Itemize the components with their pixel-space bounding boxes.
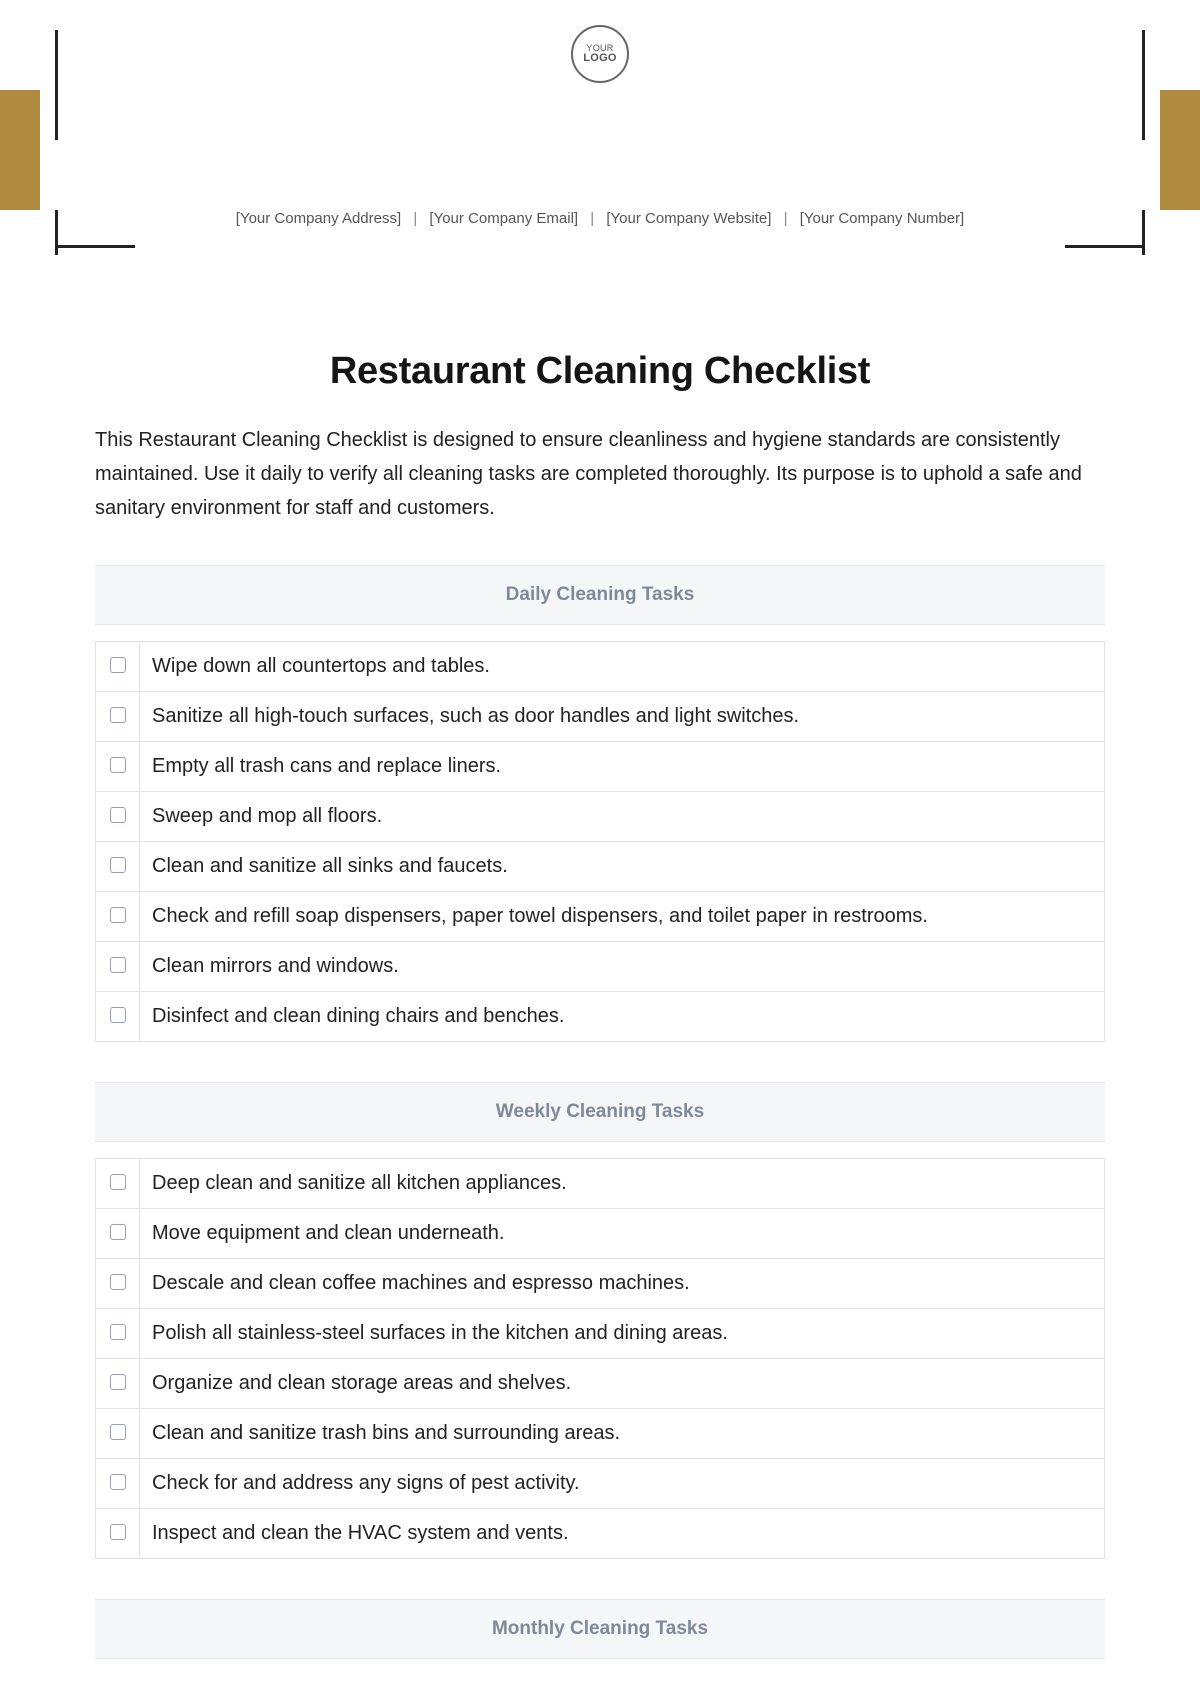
checklist-row: Clean and sanitize trash bins and surrou… bbox=[96, 1409, 1105, 1459]
checkbox[interactable] bbox=[110, 1224, 126, 1240]
checklist-item-text: Deep clean and sanitize all kitchen appl… bbox=[140, 1159, 1105, 1209]
checkbox[interactable] bbox=[110, 1474, 126, 1490]
checkbox-cell bbox=[96, 742, 140, 792]
checkbox-cell bbox=[96, 792, 140, 842]
checkbox-cell bbox=[96, 1259, 140, 1309]
intro-paragraph: This Restaurant Cleaning Checklist is de… bbox=[95, 423, 1105, 525]
checkbox[interactable] bbox=[110, 657, 126, 673]
checklist-item-text: Clean and sanitize trash bins and surrou… bbox=[140, 1409, 1105, 1459]
checkbox[interactable] bbox=[110, 757, 126, 773]
checkbox-cell bbox=[96, 692, 140, 742]
checkbox-cell bbox=[96, 842, 140, 892]
checklist-item-text: Sanitize all high-touch surfaces, such a… bbox=[140, 692, 1105, 742]
checklist-item-text: Sweep and mop all floors. bbox=[140, 792, 1105, 842]
checklist-row: Clean mirrors and windows. bbox=[96, 942, 1105, 992]
checklist-row: Sweep and mop all floors. bbox=[96, 792, 1105, 842]
section-header: Daily Cleaning Tasks bbox=[95, 565, 1105, 625]
checkbox-cell bbox=[96, 1509, 140, 1559]
checkbox[interactable] bbox=[110, 857, 126, 873]
checkbox[interactable] bbox=[110, 1274, 126, 1290]
checklist-item-text: Organize and clean storage areas and she… bbox=[140, 1359, 1105, 1409]
checklist-table: Deep clean and sanitize all kitchen appl… bbox=[95, 1158, 1105, 1559]
checkbox[interactable] bbox=[110, 1374, 126, 1390]
checkbox[interactable] bbox=[110, 1424, 126, 1440]
checkbox-cell bbox=[96, 1409, 140, 1459]
checkbox-cell bbox=[96, 1359, 140, 1409]
checklist-row: Descale and clean coffee machines and es… bbox=[96, 1259, 1105, 1309]
checkbox[interactable] bbox=[110, 1007, 126, 1023]
checkbox[interactable] bbox=[110, 1324, 126, 1340]
checkbox-cell bbox=[96, 892, 140, 942]
checkbox[interactable] bbox=[110, 807, 126, 823]
checklist-row: Inspect and clean the HVAC system and ve… bbox=[96, 1509, 1105, 1559]
checkbox-cell bbox=[96, 642, 140, 692]
section-header: Monthly Cleaning Tasks bbox=[95, 1599, 1105, 1659]
checkbox[interactable] bbox=[110, 1524, 126, 1540]
checklist-item-text: Disinfect and clean dining chairs and be… bbox=[140, 992, 1105, 1042]
document-page: YOUR LOGO [Your Company Address] | [Your… bbox=[0, 0, 1200, 1701]
checklist-row: Check and refill soap dispensers, paper … bbox=[96, 892, 1105, 942]
checklist-row: Empty all trash cans and replace liners. bbox=[96, 742, 1105, 792]
checkbox-cell bbox=[96, 992, 140, 1042]
checklist-item-text: Check and refill soap dispensers, paper … bbox=[140, 892, 1105, 942]
checklist-row: Deep clean and sanitize all kitchen appl… bbox=[96, 1159, 1105, 1209]
section-header: Weekly Cleaning Tasks bbox=[95, 1082, 1105, 1142]
page-title: Restaurant Cleaning Checklist bbox=[95, 350, 1105, 393]
checkbox[interactable] bbox=[110, 707, 126, 723]
checklist-item-text: Move equipment and clean underneath. bbox=[140, 1209, 1105, 1259]
checklist-row: Organize and clean storage areas and she… bbox=[96, 1359, 1105, 1409]
checklist-row: Polish all stainless-steel surfaces in t… bbox=[96, 1309, 1105, 1359]
checkbox-cell bbox=[96, 1459, 140, 1509]
checklist-item-text: Empty all trash cans and replace liners. bbox=[140, 742, 1105, 792]
checklist-item-text: Polish all stainless-steel surfaces in t… bbox=[140, 1309, 1105, 1359]
checklist-row: Clean and sanitize all sinks and faucets… bbox=[96, 842, 1105, 892]
checkbox[interactable] bbox=[110, 907, 126, 923]
checklist-item-text: Inspect and clean the HVAC system and ve… bbox=[140, 1509, 1105, 1559]
checklist-row: Sanitize all high-touch surfaces, such a… bbox=[96, 692, 1105, 742]
checklist-item-text: Check for and address any signs of pest … bbox=[140, 1459, 1105, 1509]
checklist-item-text: Clean and sanitize all sinks and faucets… bbox=[140, 842, 1105, 892]
checklist-row: Check for and address any signs of pest … bbox=[96, 1459, 1105, 1509]
checkbox[interactable] bbox=[110, 1174, 126, 1190]
document-body: Restaurant Cleaning Checklist This Resta… bbox=[0, 0, 1200, 1659]
checkbox-cell bbox=[96, 942, 140, 992]
checklist-row: Move equipment and clean underneath. bbox=[96, 1209, 1105, 1259]
checklist-row: Wipe down all countertops and tables. bbox=[96, 642, 1105, 692]
checkbox[interactable] bbox=[110, 957, 126, 973]
checklist-item-text: Clean mirrors and windows. bbox=[140, 942, 1105, 992]
checklist-table: Wipe down all countertops and tables.San… bbox=[95, 641, 1105, 1042]
checkbox-cell bbox=[96, 1309, 140, 1359]
checklist-row: Disinfect and clean dining chairs and be… bbox=[96, 992, 1105, 1042]
checklist-item-text: Wipe down all countertops and tables. bbox=[140, 642, 1105, 692]
checkbox-cell bbox=[96, 1209, 140, 1259]
checkbox-cell bbox=[96, 1159, 140, 1209]
checklist-item-text: Descale and clean coffee machines and es… bbox=[140, 1259, 1105, 1309]
